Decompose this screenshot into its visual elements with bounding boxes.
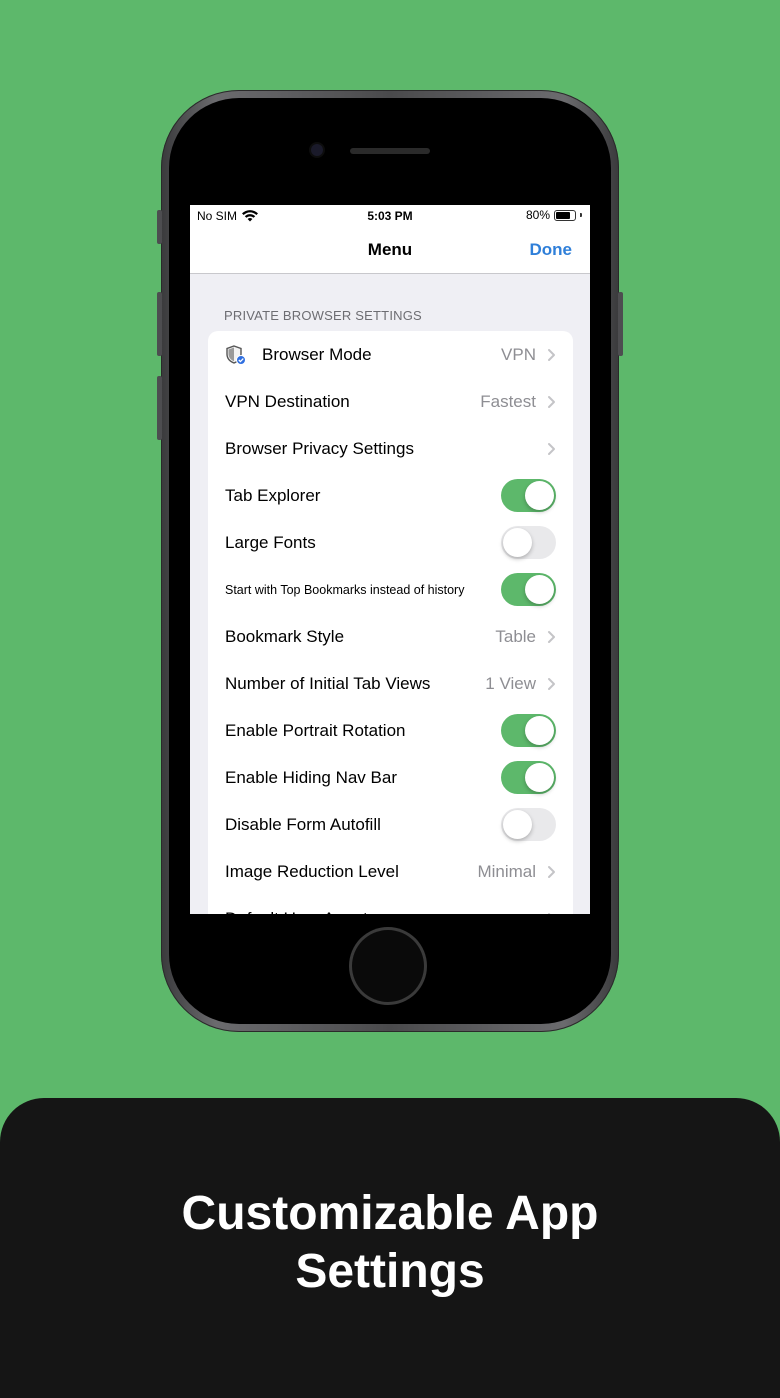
row-value: Fastest [480,391,536,411]
row-value: VPN [501,344,536,364]
phone-screen: No SIM 5:03 PM 80% Menu Done PRIVATE BRO… [190,205,590,914]
row-label: Disable Form Autofill [225,814,381,834]
settings-row[interactable]: Disable Form Autofill [208,801,573,848]
row-label: Enable Portrait Rotation [225,720,406,740]
settings-row[interactable]: Enable Portrait Rotation [208,707,573,754]
settings-row[interactable]: Bookmark Style Table [208,613,573,660]
settings-row[interactable]: Default User Agent [208,895,573,914]
row-value: Table [495,626,536,646]
chevron-right-icon [548,677,555,690]
settings-row[interactable]: Browser Mode VPN [208,331,573,378]
battery-fill [556,211,571,219]
toggle-switch[interactable] [501,808,556,841]
settings-row[interactable]: Tab Explorer [208,472,573,519]
row-label: VPN Destination [225,391,350,411]
row-value: 1 View [485,673,536,693]
earpiece-speaker [350,148,430,154]
chevron-right-icon [548,348,555,361]
toggle-switch[interactable] [501,573,556,606]
done-button[interactable]: Done [530,240,573,260]
toggle-switch[interactable] [501,526,556,559]
chevron-right-icon [548,395,555,408]
toggle-knob [525,481,554,510]
row-label: Enable Hiding Nav Bar [225,767,397,787]
volume-down-button [157,376,162,440]
status-bar: No SIM 5:03 PM 80% [190,205,590,227]
status-right: 80% [526,208,582,222]
section-header: PRIVATE BROWSER SETTINGS [224,308,422,323]
row-label: Bookmark Style [225,626,345,646]
chevron-right-icon [548,442,555,455]
row-label: Browser Mode [262,344,372,364]
battery-percent: 80% [525,208,550,222]
mute-switch [157,210,162,244]
settings-row[interactable]: Browser Privacy Settings [208,425,573,472]
battery-icon [554,209,576,221]
battery-cap [580,213,582,217]
row-value: Minimal [477,861,536,881]
volume-up-button [157,292,162,356]
settings-row[interactable]: Enable Hiding Nav Bar [208,754,573,801]
caption-line-1: Customizable App [181,1187,599,1240]
chevron-right-icon [548,630,555,643]
toggle-knob [503,528,532,557]
caption-line-2: Settings [295,1245,485,1298]
row-label: Default User Agent [225,909,368,915]
row-label: Large Fonts [225,532,316,552]
settings-row[interactable]: VPN Destination Fastest [208,378,573,425]
row-label: Start with Top Bookmarks instead of hist… [225,582,465,597]
toggle-switch[interactable] [501,714,556,747]
toggle-switch[interactable] [501,479,556,512]
toggle-knob [503,810,532,839]
chevron-right-icon [548,865,555,878]
row-label: Tab Explorer [225,485,321,505]
settings-row[interactable]: Start with Top Bookmarks instead of hist… [208,566,573,613]
settings-row[interactable]: Large Fonts [208,519,573,566]
caption: Customizable App Settings [0,1185,780,1301]
settings-row[interactable]: Number of Initial Tab Views 1 View [208,660,573,707]
settings-row[interactable]: Image Reduction Level Minimal [208,848,573,895]
row-label: Browser Privacy Settings [225,438,414,458]
power-button [618,292,623,356]
shield-icon [226,344,246,365]
toggle-switch[interactable] [501,761,556,794]
front-camera [311,144,323,156]
row-label: Number of Initial Tab Views [225,673,431,693]
toggle-knob [525,575,554,604]
row-label: Image Reduction Level [225,861,399,881]
chevron-right-icon [548,912,551,914]
settings-list: Browser Mode VPN VPN Destination Fastest Bro… [208,331,573,914]
home-button[interactable] [352,930,424,1002]
toggle-knob [525,716,554,745]
navigation-bar: Menu Done [190,227,590,274]
toggle-knob [525,763,554,792]
